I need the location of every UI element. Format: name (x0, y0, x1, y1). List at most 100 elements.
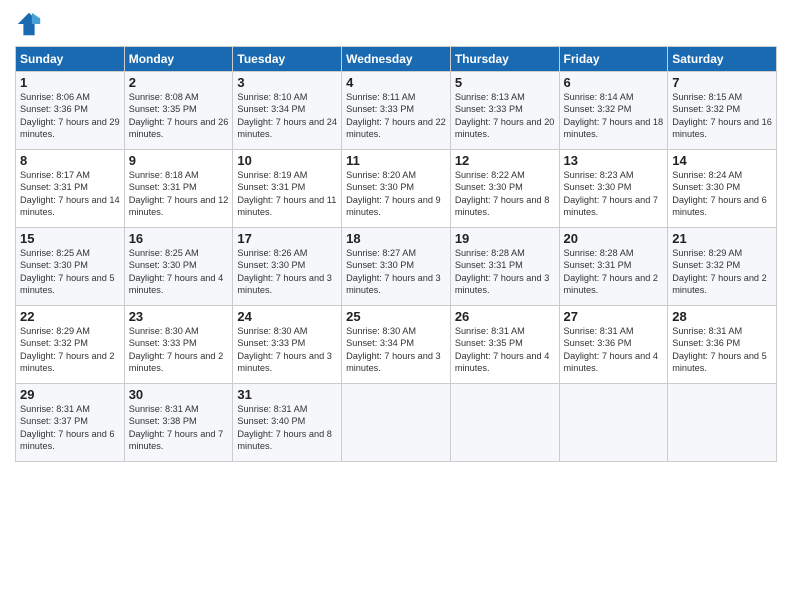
cell-info: Sunrise: 8:11 AMSunset: 3:33 PMDaylight:… (346, 91, 446, 141)
day-number: 22 (20, 309, 120, 324)
day-number: 17 (237, 231, 337, 246)
calendar-cell: 5Sunrise: 8:13 AMSunset: 3:33 PMDaylight… (450, 72, 559, 150)
calendar-cell: 1Sunrise: 8:06 AMSunset: 3:36 PMDaylight… (16, 72, 125, 150)
day-number: 2 (129, 75, 229, 90)
calendar-cell: 2Sunrise: 8:08 AMSunset: 3:35 PMDaylight… (124, 72, 233, 150)
day-number: 28 (672, 309, 772, 324)
cell-info: Sunrise: 8:20 AMSunset: 3:30 PMDaylight:… (346, 169, 446, 219)
day-number: 27 (564, 309, 664, 324)
calendar-table: SundayMondayTuesdayWednesdayThursdayFrid… (15, 46, 777, 462)
day-number: 8 (20, 153, 120, 168)
calendar-cell: 10Sunrise: 8:19 AMSunset: 3:31 PMDayligh… (233, 150, 342, 228)
cell-info: Sunrise: 8:24 AMSunset: 3:30 PMDaylight:… (672, 169, 772, 219)
calendar-cell: 17Sunrise: 8:26 AMSunset: 3:30 PMDayligh… (233, 228, 342, 306)
calendar-cell: 28Sunrise: 8:31 AMSunset: 3:36 PMDayligh… (668, 306, 777, 384)
cell-info: Sunrise: 8:29 AMSunset: 3:32 PMDaylight:… (20, 325, 120, 375)
day-number: 21 (672, 231, 772, 246)
col-header-tuesday: Tuesday (233, 47, 342, 72)
calendar-cell: 15Sunrise: 8:25 AMSunset: 3:30 PMDayligh… (16, 228, 125, 306)
cell-info: Sunrise: 8:17 AMSunset: 3:31 PMDaylight:… (20, 169, 120, 219)
calendar-cell: 9Sunrise: 8:18 AMSunset: 3:31 PMDaylight… (124, 150, 233, 228)
day-number: 19 (455, 231, 555, 246)
day-number: 6 (564, 75, 664, 90)
cell-info: Sunrise: 8:25 AMSunset: 3:30 PMDaylight:… (20, 247, 120, 297)
day-number: 26 (455, 309, 555, 324)
cell-info: Sunrise: 8:10 AMSunset: 3:34 PMDaylight:… (237, 91, 337, 141)
week-row-4: 22Sunrise: 8:29 AMSunset: 3:32 PMDayligh… (16, 306, 777, 384)
header (15, 10, 777, 38)
week-row-5: 29Sunrise: 8:31 AMSunset: 3:37 PMDayligh… (16, 384, 777, 462)
calendar-cell: 3Sunrise: 8:10 AMSunset: 3:34 PMDaylight… (233, 72, 342, 150)
calendar-cell: 6Sunrise: 8:14 AMSunset: 3:32 PMDaylight… (559, 72, 668, 150)
calendar-cell: 13Sunrise: 8:23 AMSunset: 3:30 PMDayligh… (559, 150, 668, 228)
calendar-cell: 19Sunrise: 8:28 AMSunset: 3:31 PMDayligh… (450, 228, 559, 306)
day-number: 29 (20, 387, 120, 402)
cell-info: Sunrise: 8:19 AMSunset: 3:31 PMDaylight:… (237, 169, 337, 219)
day-number: 4 (346, 75, 446, 90)
week-row-3: 15Sunrise: 8:25 AMSunset: 3:30 PMDayligh… (16, 228, 777, 306)
header-row: SundayMondayTuesdayWednesdayThursdayFrid… (16, 47, 777, 72)
day-number: 3 (237, 75, 337, 90)
calendar-cell: 7Sunrise: 8:15 AMSunset: 3:32 PMDaylight… (668, 72, 777, 150)
day-number: 23 (129, 309, 229, 324)
cell-info: Sunrise: 8:08 AMSunset: 3:35 PMDaylight:… (129, 91, 229, 141)
calendar-cell: 26Sunrise: 8:31 AMSunset: 3:35 PMDayligh… (450, 306, 559, 384)
calendar-cell: 31Sunrise: 8:31 AMSunset: 3:40 PMDayligh… (233, 384, 342, 462)
cell-info: Sunrise: 8:18 AMSunset: 3:31 PMDaylight:… (129, 169, 229, 219)
logo-icon (15, 10, 43, 38)
calendar-cell: 8Sunrise: 8:17 AMSunset: 3:31 PMDaylight… (16, 150, 125, 228)
calendar-cell (668, 384, 777, 462)
cell-info: Sunrise: 8:29 AMSunset: 3:32 PMDaylight:… (672, 247, 772, 297)
calendar-cell: 30Sunrise: 8:31 AMSunset: 3:38 PMDayligh… (124, 384, 233, 462)
day-number: 1 (20, 75, 120, 90)
day-number: 31 (237, 387, 337, 402)
calendar-cell: 22Sunrise: 8:29 AMSunset: 3:32 PMDayligh… (16, 306, 125, 384)
calendar-cell: 4Sunrise: 8:11 AMSunset: 3:33 PMDaylight… (342, 72, 451, 150)
cell-info: Sunrise: 8:30 AMSunset: 3:33 PMDaylight:… (237, 325, 337, 375)
col-header-wednesday: Wednesday (342, 47, 451, 72)
calendar-cell: 21Sunrise: 8:29 AMSunset: 3:32 PMDayligh… (668, 228, 777, 306)
day-number: 12 (455, 153, 555, 168)
calendar-cell: 20Sunrise: 8:28 AMSunset: 3:31 PMDayligh… (559, 228, 668, 306)
page-container: SundayMondayTuesdayWednesdayThursdayFrid… (0, 0, 792, 472)
logo (15, 10, 47, 38)
col-header-saturday: Saturday (668, 47, 777, 72)
col-header-friday: Friday (559, 47, 668, 72)
calendar-cell: 18Sunrise: 8:27 AMSunset: 3:30 PMDayligh… (342, 228, 451, 306)
cell-info: Sunrise: 8:15 AMSunset: 3:32 PMDaylight:… (672, 91, 772, 141)
cell-info: Sunrise: 8:30 AMSunset: 3:34 PMDaylight:… (346, 325, 446, 375)
day-number: 13 (564, 153, 664, 168)
cell-info: Sunrise: 8:28 AMSunset: 3:31 PMDaylight:… (564, 247, 664, 297)
cell-info: Sunrise: 8:14 AMSunset: 3:32 PMDaylight:… (564, 91, 664, 141)
day-number: 5 (455, 75, 555, 90)
day-number: 30 (129, 387, 229, 402)
calendar-cell: 29Sunrise: 8:31 AMSunset: 3:37 PMDayligh… (16, 384, 125, 462)
calendar-cell: 12Sunrise: 8:22 AMSunset: 3:30 PMDayligh… (450, 150, 559, 228)
cell-info: Sunrise: 8:13 AMSunset: 3:33 PMDaylight:… (455, 91, 555, 141)
cell-info: Sunrise: 8:31 AMSunset: 3:36 PMDaylight:… (672, 325, 772, 375)
day-number: 7 (672, 75, 772, 90)
day-number: 11 (346, 153, 446, 168)
cell-info: Sunrise: 8:31 AMSunset: 3:36 PMDaylight:… (564, 325, 664, 375)
cell-info: Sunrise: 8:26 AMSunset: 3:30 PMDaylight:… (237, 247, 337, 297)
calendar-cell: 27Sunrise: 8:31 AMSunset: 3:36 PMDayligh… (559, 306, 668, 384)
cell-info: Sunrise: 8:31 AMSunset: 3:38 PMDaylight:… (129, 403, 229, 453)
col-header-monday: Monday (124, 47, 233, 72)
calendar-cell: 25Sunrise: 8:30 AMSunset: 3:34 PMDayligh… (342, 306, 451, 384)
cell-info: Sunrise: 8:06 AMSunset: 3:36 PMDaylight:… (20, 91, 120, 141)
cell-info: Sunrise: 8:31 AMSunset: 3:40 PMDaylight:… (237, 403, 337, 453)
week-row-2: 8Sunrise: 8:17 AMSunset: 3:31 PMDaylight… (16, 150, 777, 228)
day-number: 10 (237, 153, 337, 168)
calendar-cell: 24Sunrise: 8:30 AMSunset: 3:33 PMDayligh… (233, 306, 342, 384)
day-number: 18 (346, 231, 446, 246)
day-number: 14 (672, 153, 772, 168)
col-header-sunday: Sunday (16, 47, 125, 72)
day-number: 9 (129, 153, 229, 168)
calendar-cell: 11Sunrise: 8:20 AMSunset: 3:30 PMDayligh… (342, 150, 451, 228)
calendar-cell: 23Sunrise: 8:30 AMSunset: 3:33 PMDayligh… (124, 306, 233, 384)
cell-info: Sunrise: 8:31 AMSunset: 3:35 PMDaylight:… (455, 325, 555, 375)
cell-info: Sunrise: 8:22 AMSunset: 3:30 PMDaylight:… (455, 169, 555, 219)
calendar-cell (559, 384, 668, 462)
day-number: 25 (346, 309, 446, 324)
cell-info: Sunrise: 8:27 AMSunset: 3:30 PMDaylight:… (346, 247, 446, 297)
